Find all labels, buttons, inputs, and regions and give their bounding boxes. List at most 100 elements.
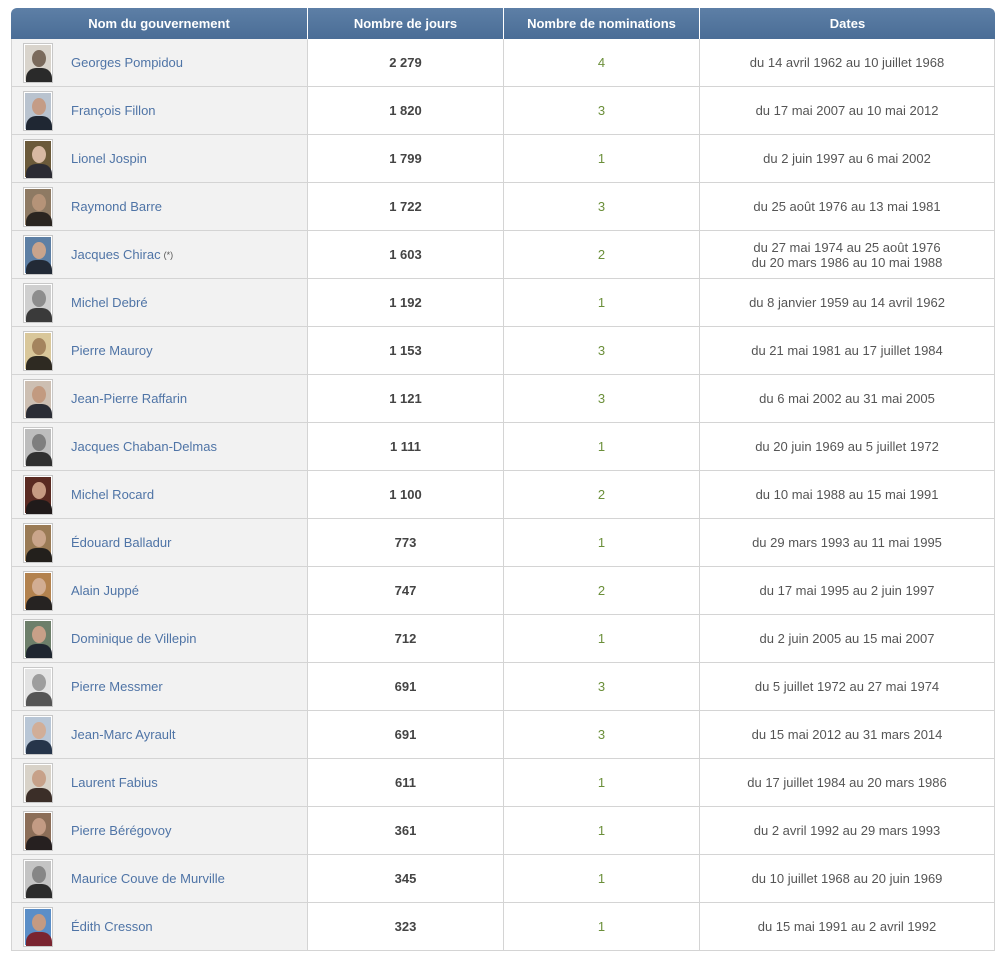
prime-minister-link[interactable]: Michel Rocard: [71, 487, 154, 502]
portrait-head-shape: [32, 49, 46, 67]
name-cell-content: Dominique de Villepin: [12, 615, 307, 662]
date-range: du 2 avril 1992 au 29 mars 1993: [753, 823, 941, 838]
column-header-name[interactable]: Nom du gouvernement: [11, 8, 308, 39]
name-cell-content: Lionel Jospin: [12, 135, 307, 182]
date-range: du 10 juillet 1968 au 20 juin 1969: [751, 871, 943, 886]
name-cell: Jean-Pierre Raffarin: [11, 375, 308, 423]
portrait-body-shape: [26, 115, 52, 130]
prime-minister-link[interactable]: Michel Debré: [71, 295, 148, 310]
prime-minister-link[interactable]: Édouard Balladur: [71, 535, 171, 550]
portrait-photo: [23, 234, 53, 275]
name-cell: Pierre Messmer: [11, 663, 308, 711]
portrait-body-shape: [26, 67, 52, 82]
name-cell-content: Pierre Messmer: [12, 663, 307, 710]
prime-minister-link[interactable]: Jean-Pierre Raffarin: [71, 391, 187, 406]
portrait-photo: [23, 522, 53, 563]
name-cell: Dominique de Villepin: [11, 615, 308, 663]
table-row: Dominique de Villepin 712 1 du 2 juin 2005 …: [11, 615, 995, 663]
portrait-photo: [23, 714, 53, 755]
name-cell: Pierre Bérégovoy: [11, 807, 308, 855]
prime-minister-link[interactable]: Alain Juppé: [71, 583, 139, 598]
prime-minister-link[interactable]: Laurent Fabius: [71, 775, 158, 790]
dates-cell: du 17 mai 2007 au 10 mai 2012: [700, 87, 995, 135]
column-header-days[interactable]: Nombre de jours: [308, 8, 504, 39]
name-cell-content: Michel Debré: [12, 279, 307, 326]
date-range: du 27 mai 1974 au 25 août 1976: [753, 239, 941, 255]
portrait-head-shape: [32, 769, 46, 787]
days-cell: 1 603: [308, 231, 504, 279]
name-cell: Maurice Couve de Murville: [11, 855, 308, 903]
portrait-photo: [23, 426, 53, 467]
dates-cell: du 21 mai 1981 au 17 juillet 1984: [700, 327, 995, 375]
column-header-nominations[interactable]: Nombre de nominations: [504, 8, 700, 39]
portrait-head-shape: [32, 673, 46, 691]
portrait-head-shape: [32, 193, 46, 211]
portrait-head-shape: [32, 625, 46, 643]
portrait-photo: [23, 474, 53, 515]
portrait-head-shape: [32, 721, 46, 739]
name-cell: Jacques Chirac (*): [11, 231, 308, 279]
name-cell-content: Jean-Marc Ayrault: [12, 711, 307, 758]
date-range: du 8 janvier 1959 au 14 avril 1962: [749, 295, 945, 310]
name-cell: Michel Debré: [11, 279, 308, 327]
date-range: du 17 juillet 1984 au 20 mars 1986: [747, 775, 947, 790]
name-cell-content: Jacques Chaban-Delmas: [12, 423, 307, 470]
nominations-cell: 3: [504, 327, 700, 375]
table-row: Georges Pompidou 2 279 4 du 14 avril 1962 a…: [11, 39, 995, 87]
name-cell-content: Michel Rocard: [12, 471, 307, 518]
table-row: Raymond Barre 1 722 3 du 25 août 1976 au 13…: [11, 183, 995, 231]
days-cell: 1 192: [308, 279, 504, 327]
prime-minister-link[interactable]: Pierre Bérégovoy: [71, 823, 171, 838]
prime-minister-link[interactable]: Édith Cresson: [71, 919, 153, 934]
prime-minister-link[interactable]: Jean-Marc Ayrault: [71, 727, 176, 742]
prime-minister-link[interactable]: Jacques Chirac: [71, 247, 161, 262]
table-row: Pierre Messmer 691 3 du 5 juillet 1972 au 2…: [11, 663, 995, 711]
name-cell: Alain Juppé: [11, 567, 308, 615]
days-cell: 611: [308, 759, 504, 807]
nominations-cell: 1: [504, 903, 700, 951]
table-row: Jacques Chaban-Delmas 1 111 1 du 20 juin 19…: [11, 423, 995, 471]
dates-cell: du 10 juillet 1968 au 20 juin 1969: [700, 855, 995, 903]
name-cell-content: Pierre Bérégovoy: [12, 807, 307, 854]
date-range: du 6 mai 2002 au 31 mai 2005: [759, 391, 935, 406]
portrait-head-shape: [32, 241, 46, 259]
portrait-body-shape: [26, 307, 52, 322]
date-range: du 17 mai 2007 au 10 mai 2012: [755, 103, 939, 118]
prime-minister-link[interactable]: Jacques Chaban-Delmas: [71, 439, 217, 454]
portrait-body-shape: [26, 547, 52, 562]
date-range: du 15 mai 1991 au 2 avril 1992: [757, 919, 937, 934]
portrait-head-shape: [32, 289, 46, 307]
portrait-body-shape: [26, 691, 52, 706]
portrait-photo: [23, 762, 53, 803]
portrait-body-shape: [26, 355, 52, 370]
prime-minister-link[interactable]: Maurice Couve de Murville: [71, 871, 225, 886]
prime-minister-link[interactable]: Raymond Barre: [71, 199, 162, 214]
prime-minister-link[interactable]: Dominique de Villepin: [71, 631, 197, 646]
portrait-photo: [23, 138, 53, 179]
nominations-cell: 2: [504, 471, 700, 519]
date-range: du 14 avril 1962 au 10 juillet 1968: [749, 55, 945, 70]
nominations-cell: 2: [504, 231, 700, 279]
table-row: Laurent Fabius 611 1 du 17 juillet 1984 au …: [11, 759, 995, 807]
nominations-cell: 1: [504, 279, 700, 327]
dates-cell: du 2 avril 1992 au 29 mars 1993: [700, 807, 995, 855]
name-cell-content: Jean-Pierre Raffarin: [12, 375, 307, 422]
table-row: Jean-Marc Ayrault 691 3 du 15 mai 2012 au 3…: [11, 711, 995, 759]
column-header-dates[interactable]: Dates: [700, 8, 995, 39]
days-cell: 323: [308, 903, 504, 951]
date-range: du 10 mai 1988 au 15 mai 1991: [755, 487, 939, 502]
prime-minister-link[interactable]: François Fillon: [71, 103, 156, 118]
table-row: Jacques Chirac (*) 1 603 2 du 27 mai 1974 au…: [11, 231, 995, 279]
prime-minister-link[interactable]: Pierre Mauroy: [71, 343, 153, 358]
portrait-photo: [23, 330, 53, 371]
footnote-marker: (*): [163, 249, 174, 260]
prime-minister-link[interactable]: Lionel Jospin: [71, 151, 147, 166]
table-row: Michel Rocard 1 100 2 du 10 mai 1988 au 15 …: [11, 471, 995, 519]
portrait-head-shape: [32, 337, 46, 355]
days-cell: 1 100: [308, 471, 504, 519]
prime-minister-link[interactable]: Georges Pompidou: [71, 55, 183, 70]
prime-minister-link[interactable]: Pierre Messmer: [71, 679, 163, 694]
portrait-body-shape: [26, 931, 52, 946]
dates-cell: du 25 août 1976 au 13 mai 1981: [700, 183, 995, 231]
portrait-head-shape: [32, 97, 46, 115]
